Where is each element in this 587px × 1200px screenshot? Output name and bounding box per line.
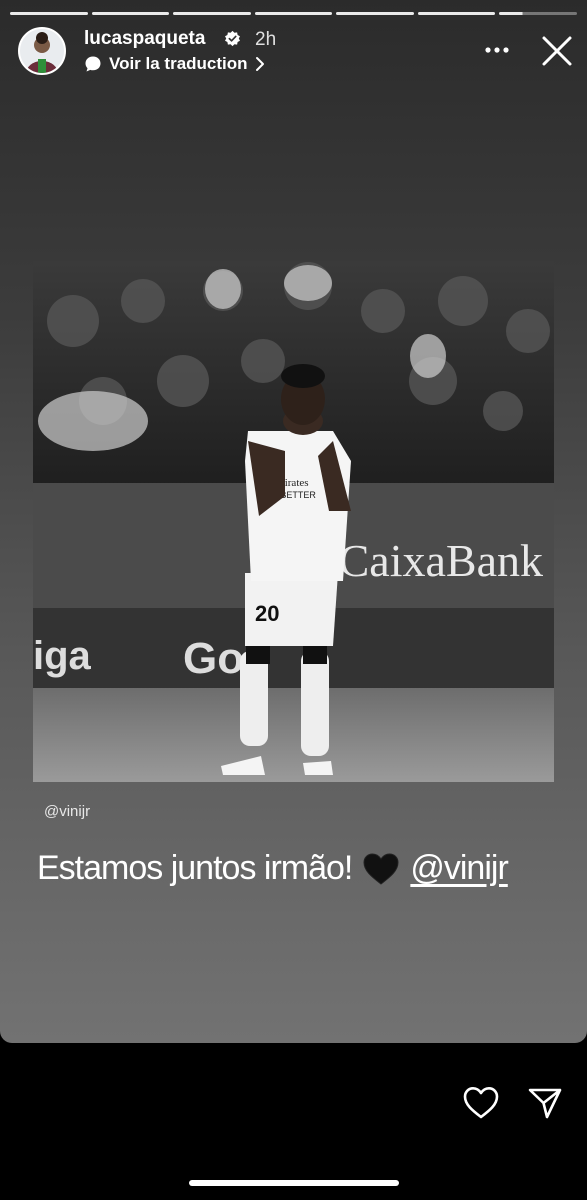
progress-segment — [10, 12, 88, 15]
story-caption: Estamos juntos irmão! @vinijr — [37, 849, 509, 888]
translate-label: Voir la traduction — [109, 54, 248, 73]
caption-text: Estamos juntos irmão! — [37, 849, 353, 887]
progress-segment-active — [499, 12, 578, 15]
progress-segment — [91, 12, 170, 15]
close-icon[interactable] — [540, 34, 574, 68]
sponsor-text: CaixaBank — [339, 535, 543, 586]
more-options-icon[interactable] — [484, 42, 510, 58]
black-heart-icon — [363, 852, 399, 885]
translate-link[interactable]: Voir la traduction — [84, 52, 265, 76]
story-photo[interactable]: CaixaBank iga Go 20 Emirates FLY BETTER — [33, 261, 554, 782]
avatar[interactable] — [18, 27, 66, 75]
heart-icon[interactable] — [463, 1086, 499, 1120]
mention-sticker[interactable]: @vinijr — [44, 803, 90, 820]
progress-segment — [417, 12, 496, 15]
username[interactable]: lucaspaqueta — [84, 28, 205, 50]
translate-bubble-icon — [85, 56, 101, 72]
post-time: 2h — [255, 29, 277, 50]
shirt-number: 20 — [255, 601, 279, 626]
story-frame[interactable]: lucaspaqueta 2h Voir la traduction Caixa… — [0, 0, 587, 1043]
board-text-mid: Go — [183, 634, 244, 683]
chevron-right-icon — [255, 57, 264, 71]
verified-badge-icon — [225, 30, 240, 47]
send-icon[interactable] — [527, 1086, 563, 1120]
home-indicator[interactable] — [189, 1180, 399, 1186]
caption-mention-link[interactable]: @vinijr — [410, 849, 508, 888]
story-progress-bar — [10, 12, 578, 15]
progress-segment — [173, 12, 251, 15]
board-text-left: iga — [33, 634, 92, 678]
progress-segment — [336, 12, 414, 15]
player-photo-image: CaixaBank iga Go 20 Emirates FLY BETTER — [33, 261, 554, 782]
progress-segment — [254, 12, 333, 15]
